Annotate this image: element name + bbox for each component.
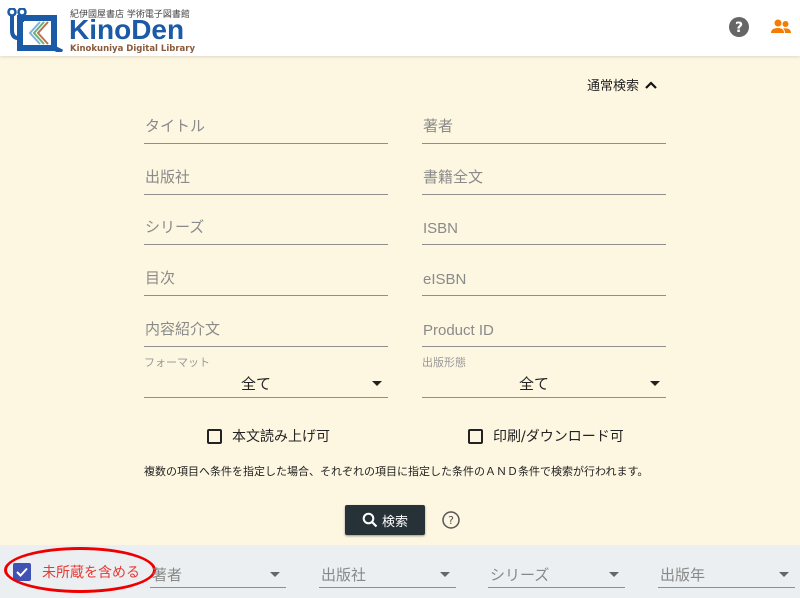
author-placeholder: 著者 — [423, 118, 454, 135]
search-icon — [362, 512, 378, 528]
caret-down-icon — [609, 572, 619, 577]
title-placeholder: タイトル — [145, 118, 206, 135]
publisher-filter-label: 出版社 — [321, 566, 367, 584]
search-button[interactable]: 検索 — [345, 505, 425, 535]
checkbox-unchecked-icon — [207, 428, 222, 444]
help-icon[interactable]: ? — [728, 16, 750, 38]
isbn-input[interactable]: ISBN — [422, 213, 666, 245]
caret-down-icon — [440, 572, 450, 577]
format-select[interactable]: 全て — [144, 368, 388, 398]
caret-down-icon — [650, 381, 660, 386]
logo-mark-icon — [7, 8, 64, 52]
publisher-placeholder: 出版社 — [145, 169, 191, 186]
author-filter-select[interactable]: 著者 — [150, 560, 286, 588]
description-input[interactable]: 内容紹介文 — [144, 315, 388, 347]
checkbox-unchecked-icon — [468, 428, 483, 444]
logo-brand: KinoDen — [69, 14, 185, 45]
series-placeholder: シリーズ — [145, 219, 205, 236]
publisher-filter-select[interactable]: 出版社 — [319, 560, 456, 588]
author-filter-label: 著者 — [152, 566, 183, 584]
kinoden-logo[interactable]: 紀伊國屋書店 学術電子図書館 KinoDen Kinokuniya Digita… — [6, 6, 196, 54]
fulltext-placeholder: 書籍全文 — [423, 169, 484, 186]
publisher-input[interactable]: 出版社 — [144, 163, 388, 195]
caret-down-icon — [779, 572, 789, 577]
fulltext-input[interactable]: 書籍全文 — [422, 163, 666, 195]
title-input[interactable]: タイトル — [144, 112, 388, 144]
svg-text:?: ? — [735, 20, 743, 36]
year-filter-select[interactable]: 出版年 — [658, 560, 795, 588]
tts-checkbox[interactable]: 本文読み上げ可 — [207, 426, 330, 446]
print-download-checkbox[interactable]: 印刷/ダウンロード可 — [468, 426, 624, 446]
help-circle-icon[interactable]: ? — [442, 511, 460, 529]
description-placeholder: 内容紹介文 — [145, 321, 221, 338]
product-id-input[interactable]: Product ID — [422, 315, 666, 347]
format-value: 全て — [240, 375, 271, 393]
year-filter-label: 出版年 — [660, 566, 706, 584]
isbn-placeholder: ISBN — [423, 220, 459, 237]
product-id-placeholder: Product ID — [423, 322, 494, 339]
header: 紀伊國屋書店 学術電子図書館 KinoDen Kinokuniya Digita… — [0, 0, 800, 56]
users-icon[interactable] — [770, 16, 792, 38]
highlight-annotation — [4, 547, 156, 593]
series-filter-select[interactable]: シリーズ — [488, 560, 625, 588]
normal-search-label: 通常検索 — [587, 79, 640, 94]
caret-down-icon — [372, 381, 382, 386]
search-note: 複数の項目へ条件を指定した場合、それぞれの項目に指定した条件のＡＮＤ条件で検索が… — [144, 465, 649, 478]
series-input[interactable]: シリーズ — [144, 213, 388, 245]
toc-input[interactable]: 目次 — [144, 264, 388, 296]
eisbn-input[interactable]: eISBN — [422, 264, 666, 296]
publication-type-select[interactable]: 全て — [422, 368, 666, 398]
logo-subtitle: Kinokuniya Digital Library — [70, 44, 196, 54]
publication-type-value: 全て — [518, 375, 549, 393]
svg-text:?: ? — [448, 514, 454, 527]
tts-label: 本文読み上げ可 — [232, 429, 330, 445]
chevron-up-icon — [645, 80, 657, 89]
caret-down-icon — [270, 572, 280, 577]
series-filter-label: シリーズ — [490, 566, 550, 584]
author-input[interactable]: 著者 — [422, 112, 666, 144]
search-button-label: 検索 — [381, 514, 408, 530]
normal-search-toggle[interactable]: 通常検索 — [587, 75, 657, 94]
print-download-label: 印刷/ダウンロード可 — [493, 429, 624, 445]
eisbn-placeholder: eISBN — [423, 271, 467, 288]
toc-placeholder: 目次 — [145, 270, 176, 287]
